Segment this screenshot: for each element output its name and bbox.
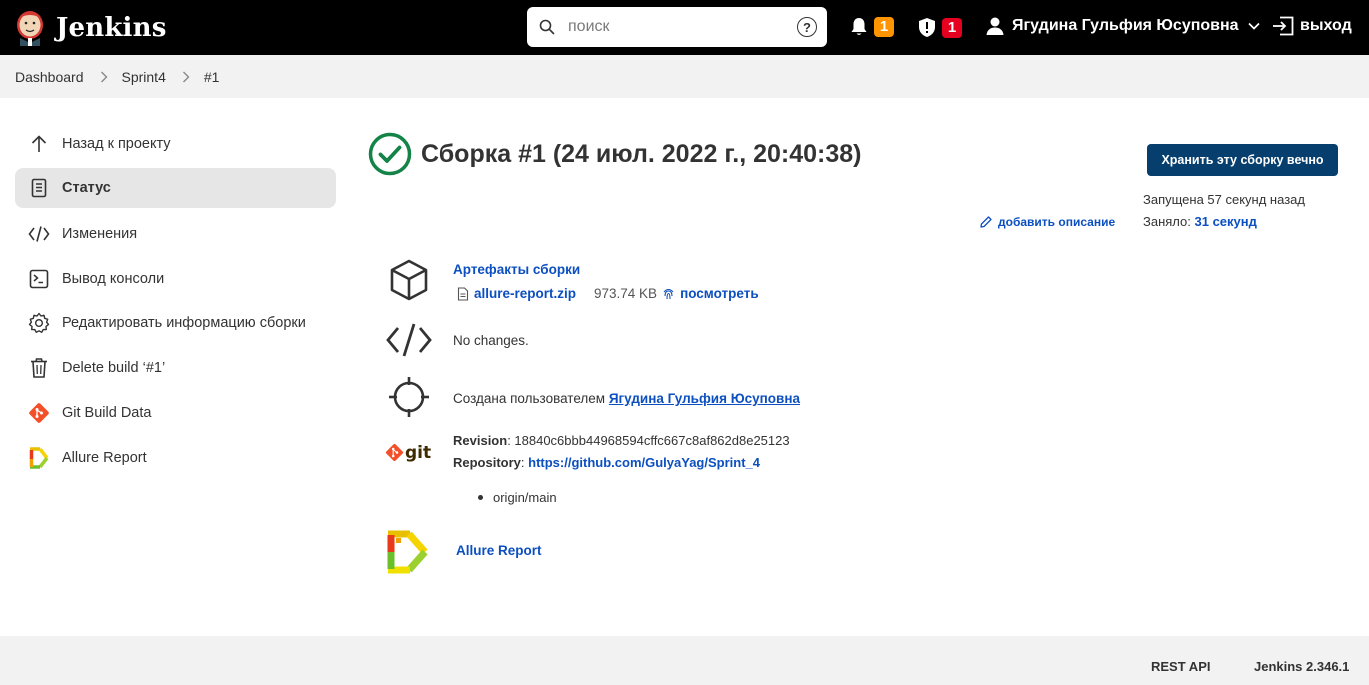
sidebar-item-label: Назад к проекту [62,136,171,152]
arrow-up-icon [27,132,51,156]
git-logo-text: git [405,443,431,463]
branch-name: origin/main [493,490,557,505]
build-artifacts-link[interactable]: Артефакты сборки [453,262,580,277]
artifact-file-link[interactable]: allure-report.zip [474,286,576,301]
repository-label: Repository [453,455,521,470]
sidebar-item-console-output[interactable]: Вывод консоли [15,259,336,299]
chevron-down-icon [1247,22,1260,30]
sidebar-item-delete-build[interactable]: Delete build ‘#1’ [15,348,336,388]
fingerprint-icon [663,288,674,299]
allure-report-icon [384,528,432,576]
sidebar-item-label: Allure Report [62,450,147,466]
sidebar-item-label: Git Build Data [62,405,152,421]
git-repository: Repository: https://github.com/GulyaYag/… [453,455,760,470]
user-name: Ягудина Гульфия Юсуповна [1012,17,1239,34]
search-icon [539,19,555,35]
package-icon [385,256,433,304]
artifact-row: allure-report.zip 973.74 KB посмотреть [457,286,759,301]
allure-report-link[interactable]: Allure Report [456,543,542,558]
user-icon [986,17,1004,35]
code-changes-icon [385,316,433,364]
git-icon [27,401,51,425]
trash-icon [27,356,51,380]
search-input[interactable] [568,18,788,36]
sidebar-item-allure-report[interactable]: Allure Report [15,438,336,478]
duration-link[interactable]: 31 секунд [1195,214,1257,229]
sidebar-item-git-build-data[interactable]: Git Build Data [15,393,336,433]
notifications-button[interactable]: 1 [850,17,894,37]
started-ago-text: Запущена 57 секунд назад [1143,192,1305,207]
page-title: Сборка #1 (24 июл. 2022 г., 20:40:38) [421,139,862,168]
shield-icon [919,18,935,37]
revision-label: Revision [453,433,508,448]
sidebar-item-label: Редактировать информацию сборки [62,315,306,331]
footer: REST API Jenkins 2.346.1 [0,636,1369,685]
revision-value: : 18840c6bbb44968594cffc667c8af862d8e251… [507,433,790,448]
git-revision: Revision: 18840c6bbb44968594cffc667c8af8… [453,433,790,448]
add-description-label: добавить описание [998,215,1116,229]
security-button[interactable]: 1 [918,17,962,38]
logout-button[interactable]: выход [1272,16,1352,36]
rest-api-link[interactable]: REST API [1151,659,1210,674]
breadcrumb: Dashboard Sprint4 #1 [0,55,1369,98]
user-menu[interactable]: Ягудина Гульфия Юсуповна [986,16,1261,36]
sidebar-item-edit-build-info[interactable]: Редактировать информацию сборки [15,303,336,343]
top-header: Jenkins ? 1 1 Ягудина Гульфия Юсуповна [0,0,1369,55]
search-box[interactable]: ? [527,7,827,47]
chevron-right-icon [100,71,108,83]
git-logo: git [385,429,435,477]
bell-icon [851,18,867,35]
notifications-badge: 1 [874,17,894,37]
jenkins-version-link[interactable]: Jenkins 2.346.1 [1254,659,1349,674]
repository-url-link[interactable]: https://github.com/GulyaYag/Sprint_4 [528,455,760,470]
sidebar-item-back-to-project[interactable]: Назад к проекту [15,124,336,164]
breadcrumb-sprint4[interactable]: Sprint4 [122,69,166,85]
no-changes-text: No changes. [453,333,529,348]
pencil-icon [980,216,992,228]
success-check-icon [368,132,412,176]
started-by-text: Создана пользователем Ягудина Гульфия Юс… [453,391,800,406]
keep-build-forever-button[interactable]: Хранить эту сборку вечно [1147,144,1338,176]
duration-label: Заняло: [1143,214,1191,229]
app-name: Jenkins [56,12,167,43]
gear-icon [27,311,51,335]
sidebar-item-label: Вывод консоли [62,271,165,287]
sidebar-item-changes[interactable]: Изменения [15,214,336,254]
build-title-row: Сборка #1 (24 июл. 2022 г., 20:40:38) [368,132,861,176]
terminal-icon [27,267,51,291]
sidebar-item-label: Изменения [62,226,138,242]
breadcrumb-build-1[interactable]: #1 [204,69,220,85]
artifact-size: 973.74 KB [594,286,658,301]
breadcrumb-dashboard[interactable]: Dashboard [15,69,84,85]
sidebar-item-label: Delete build ‘#1’ [62,360,166,376]
artifact-view-link[interactable]: посмотреть [662,286,759,301]
build-duration: Заняло: 31 секунд [1143,214,1257,229]
sidebar-item-label: Статус [62,180,111,196]
branch-list-item: origin/main [478,490,557,505]
artifact-view-label: посмотреть [680,286,759,301]
bullet [478,495,483,500]
code-icon [27,222,51,246]
chevron-right-icon [182,71,190,83]
jenkins-logo[interactable]: Jenkins [14,10,167,46]
logout-icon [1273,16,1294,36]
security-badge: 1 [942,17,962,38]
help-icon[interactable]: ? [797,17,817,37]
started-by-prefix: Создана пользователем [453,391,606,406]
sidebar-item-status[interactable]: Статус [15,168,336,208]
file-icon [457,286,469,301]
started-by-user-link[interactable]: Ягудина Гульфия Юсуповна [609,391,800,406]
document-icon [27,176,51,200]
add-description-link[interactable]: добавить описание [979,215,1115,229]
logout-label: выход [1300,17,1352,34]
allure-icon [27,446,51,470]
crosshair-icon [385,373,433,421]
jenkins-butler-icon [17,10,43,46]
